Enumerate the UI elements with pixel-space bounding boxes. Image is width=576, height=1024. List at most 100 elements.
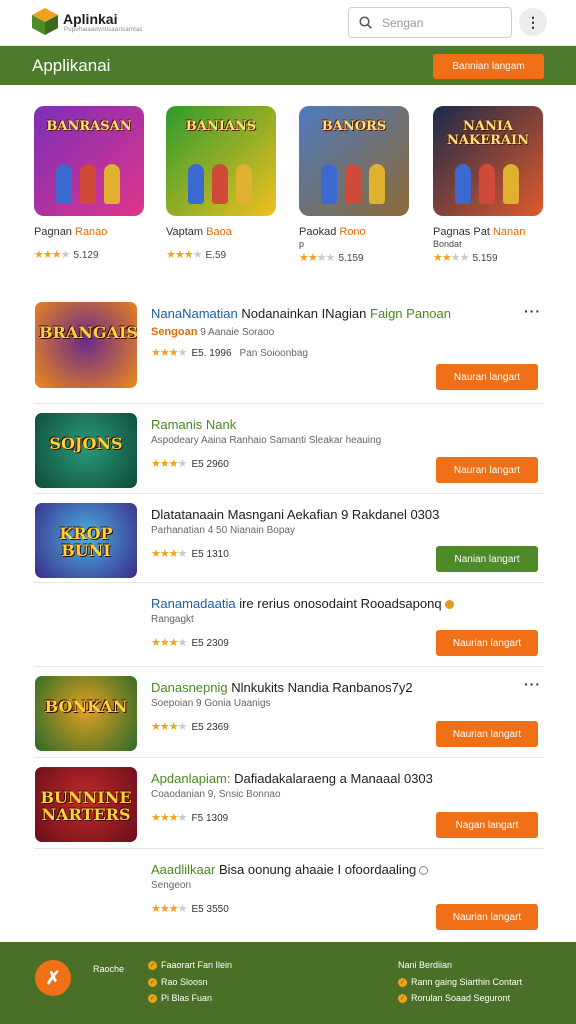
featured-app-card[interactable]: BANIANS Vaptam Baoa ★★★★ E.59 [166, 106, 278, 261]
character-figure [321, 164, 337, 204]
featured-app-card[interactable]: BANORS Paokad Rono p ★★★★ 5.159 [299, 106, 411, 264]
app-meta: ★★★★ E5 2309 [151, 636, 229, 649]
app-title[interactable]: Apdanlapiam: Dafiadakalaraeng a Manaaal … [151, 771, 433, 786]
app-name-sub: Bondat [433, 239, 462, 249]
app-artwork[interactable]: BANIANS [166, 106, 276, 216]
app-title[interactable]: Ranamadaatia ire rerius onosodaint Rooad… [151, 596, 454, 611]
install-button[interactable]: Naurian langart [436, 721, 538, 747]
app-list-row[interactable]: BRANGAIS NanaNamatian Nodanainkan INagian… [34, 297, 544, 404]
install-button[interactable]: Nauran langart [436, 364, 538, 390]
star-rating: ★★★★ [166, 249, 202, 261]
section-header: Applikanai Bannian langam [0, 46, 576, 85]
app-list-row[interactable]: BUNNINE NARTERS Apdanlapiam: Dafiadakalar… [34, 758, 544, 849]
more-options-icon[interactable]: ··· [524, 303, 541, 319]
app-thumbnail[interactable]: BRANGAIS [35, 302, 137, 388]
top-bar: Aplinkai Pupuhaiaadvntisaarisamtas ⋮ [0, 0, 576, 46]
star-icon: ★ [316, 252, 327, 264]
star-icon: ★ [168, 347, 179, 359]
app-name: Vaptam Baoa [166, 226, 278, 238]
star-icon: ★ [177, 458, 188, 470]
app-thumbnail[interactable]: SOJONS [35, 413, 137, 488]
brand-tagline: Pupuhaiaadvntisaarisamtas [64, 27, 143, 33]
footer-logo-icon[interactable]: ✗ [35, 960, 71, 996]
star-icon: ★ [151, 548, 161, 560]
app-artwork[interactable]: BANORS [299, 106, 409, 216]
install-button[interactable]: Naurian langart [436, 904, 538, 930]
search-box[interactable] [348, 7, 512, 38]
rating-value: E5 2309 [191, 638, 229, 649]
app-thumbnail[interactable]: BUNNINE NARTERS [35, 767, 137, 842]
app-subtitle: Parhanatian 4 50 Nianain Bopay [151, 525, 295, 536]
app-title[interactable]: Danasnepnig Nlnkukits Nandia Ranbanos7y2 [151, 680, 413, 695]
rating-value: E5 3550 [191, 904, 229, 915]
star-icon: ★ [168, 548, 179, 560]
rating-value: E5 2369 [191, 722, 229, 733]
footer-link[interactable]: ✓ Rann gaing Siarthin Contart [398, 977, 522, 988]
app-list-row[interactable]: Aaadlilkaar Bisa oonung ahaaie I ofoorda… [34, 849, 544, 941]
app-artwork[interactable]: NANIA NAKERAIN [433, 106, 543, 216]
app-title-text: Nlnkukits Nandia Ranbanos7y2 [231, 680, 413, 695]
app-name-text: Paokad [299, 226, 337, 238]
character-figure [188, 164, 204, 204]
more-options-icon[interactable]: ··· [524, 676, 541, 692]
app-name-sub: p [299, 239, 305, 249]
star-icon: ★ [168, 458, 179, 470]
app-artwork[interactable]: BANRASAN [34, 106, 144, 216]
app-thumbnail[interactable]: KROP BUNI [35, 503, 137, 578]
featured-app-card[interactable]: NANIA NAKERAIN Pagnas Pat Nanan Bondat ★★★★… [433, 106, 545, 264]
app-list-row[interactable]: SOJONS Ramanis Nank Aspodeary Aaina Ranha… [34, 404, 544, 494]
star-icon: ★ [151, 458, 161, 470]
app-title[interactable]: Ramanis Nank [151, 417, 236, 432]
rating-value: E.59 [205, 250, 227, 261]
star-icon: ★ [151, 721, 161, 733]
app-name-accent: Nanan [492, 226, 526, 238]
install-button[interactable]: Nauran langart [436, 457, 538, 483]
artwork-title: BANIANS [185, 119, 257, 134]
star-icon: ★ [151, 903, 161, 915]
star-icon: ★ [325, 252, 336, 264]
app-list-row[interactable]: Ranamadaatia ire rerius onosodaint Rooad… [34, 583, 544, 667]
footer-link[interactable]: ✓ Rorulan Soaad Seguront [398, 993, 510, 1004]
app-subtitle: Sengoan 9 Aanaie Soraoo [151, 326, 274, 338]
app-title[interactable]: Aaadlilkaar Bisa oonung ahaaie I ofoorda… [151, 862, 429, 877]
character-figure [345, 164, 361, 204]
app-subtitle-text: Sengeon [151, 880, 192, 891]
star-icon: ★ [183, 249, 194, 261]
star-icon: ★ [307, 252, 318, 264]
thumbnail-title: BONKAN [44, 697, 128, 716]
character-figure [236, 164, 252, 204]
app-list-row[interactable]: BONKAN Danasnepnig Nlnkukits Nandia Ranba… [34, 667, 544, 758]
star-icon: ★ [159, 548, 170, 560]
app-subtitle-text: 9 Aanaie Soraoo [200, 327, 275, 338]
star-icon: ★ [459, 252, 470, 264]
footer-link[interactable]: ✓ Faaorart Fan Ilein [148, 960, 232, 971]
star-icon: ★ [159, 347, 170, 359]
app-title[interactable]: NanaNamatian Nodanainkan INagian Faign P… [151, 306, 451, 321]
footer: ✗ Raoche ✓ Faaorart Fan Ilein ✓ Rao Sloosn… [0, 942, 576, 1024]
more-options-icon[interactable]: ⋮ [519, 8, 547, 36]
star-icon: ★ [177, 812, 188, 824]
featured-app-card[interactable]: BANRASAN Pagnan Ranao ★★★★ 5.129 [34, 106, 146, 261]
app-title[interactable]: Dlatatanaain Masngani Aekafian 9 Rakdane… [151, 507, 439, 522]
install-button[interactable]: Nanian langart [436, 546, 538, 572]
brand-name[interactable]: Aplinkai [63, 11, 117, 27]
app-logo-icon[interactable] [30, 6, 60, 36]
app-thumbnail[interactable]: BONKAN [35, 676, 137, 751]
app-meta: ★★★★ E5 2369 [151, 720, 229, 733]
install-button[interactable]: Naurian langart [436, 630, 538, 656]
footer-link[interactable]: ✓ Rao Sloosn [148, 977, 208, 988]
thumbnail-title: SOJONS [49, 434, 123, 453]
header-action-button[interactable]: Bannian langam [433, 54, 544, 79]
footer-link[interactable]: ✓ Pi Blas Fuan [148, 993, 212, 1004]
app-list-row[interactable]: KROP BUNI Dlatatanaain Masngani Aekafian … [34, 494, 544, 583]
app-subtitle: Soepoian 9 Gonia Uaanigs [151, 698, 271, 709]
app-meta: ★★★★ E5. 1996 Pan Soioonbag [151, 346, 308, 359]
star-icon: ★ [299, 252, 309, 264]
search-input[interactable] [382, 15, 492, 30]
star-icon: ★ [177, 637, 188, 649]
rating-value: E5 2960 [191, 459, 229, 470]
install-button[interactable]: Nagan langart [436, 812, 538, 838]
artwork-title: BANORS [321, 119, 387, 134]
check-icon: ✓ [148, 994, 157, 1004]
app-subtitle-accent: Sengoan [151, 326, 198, 338]
